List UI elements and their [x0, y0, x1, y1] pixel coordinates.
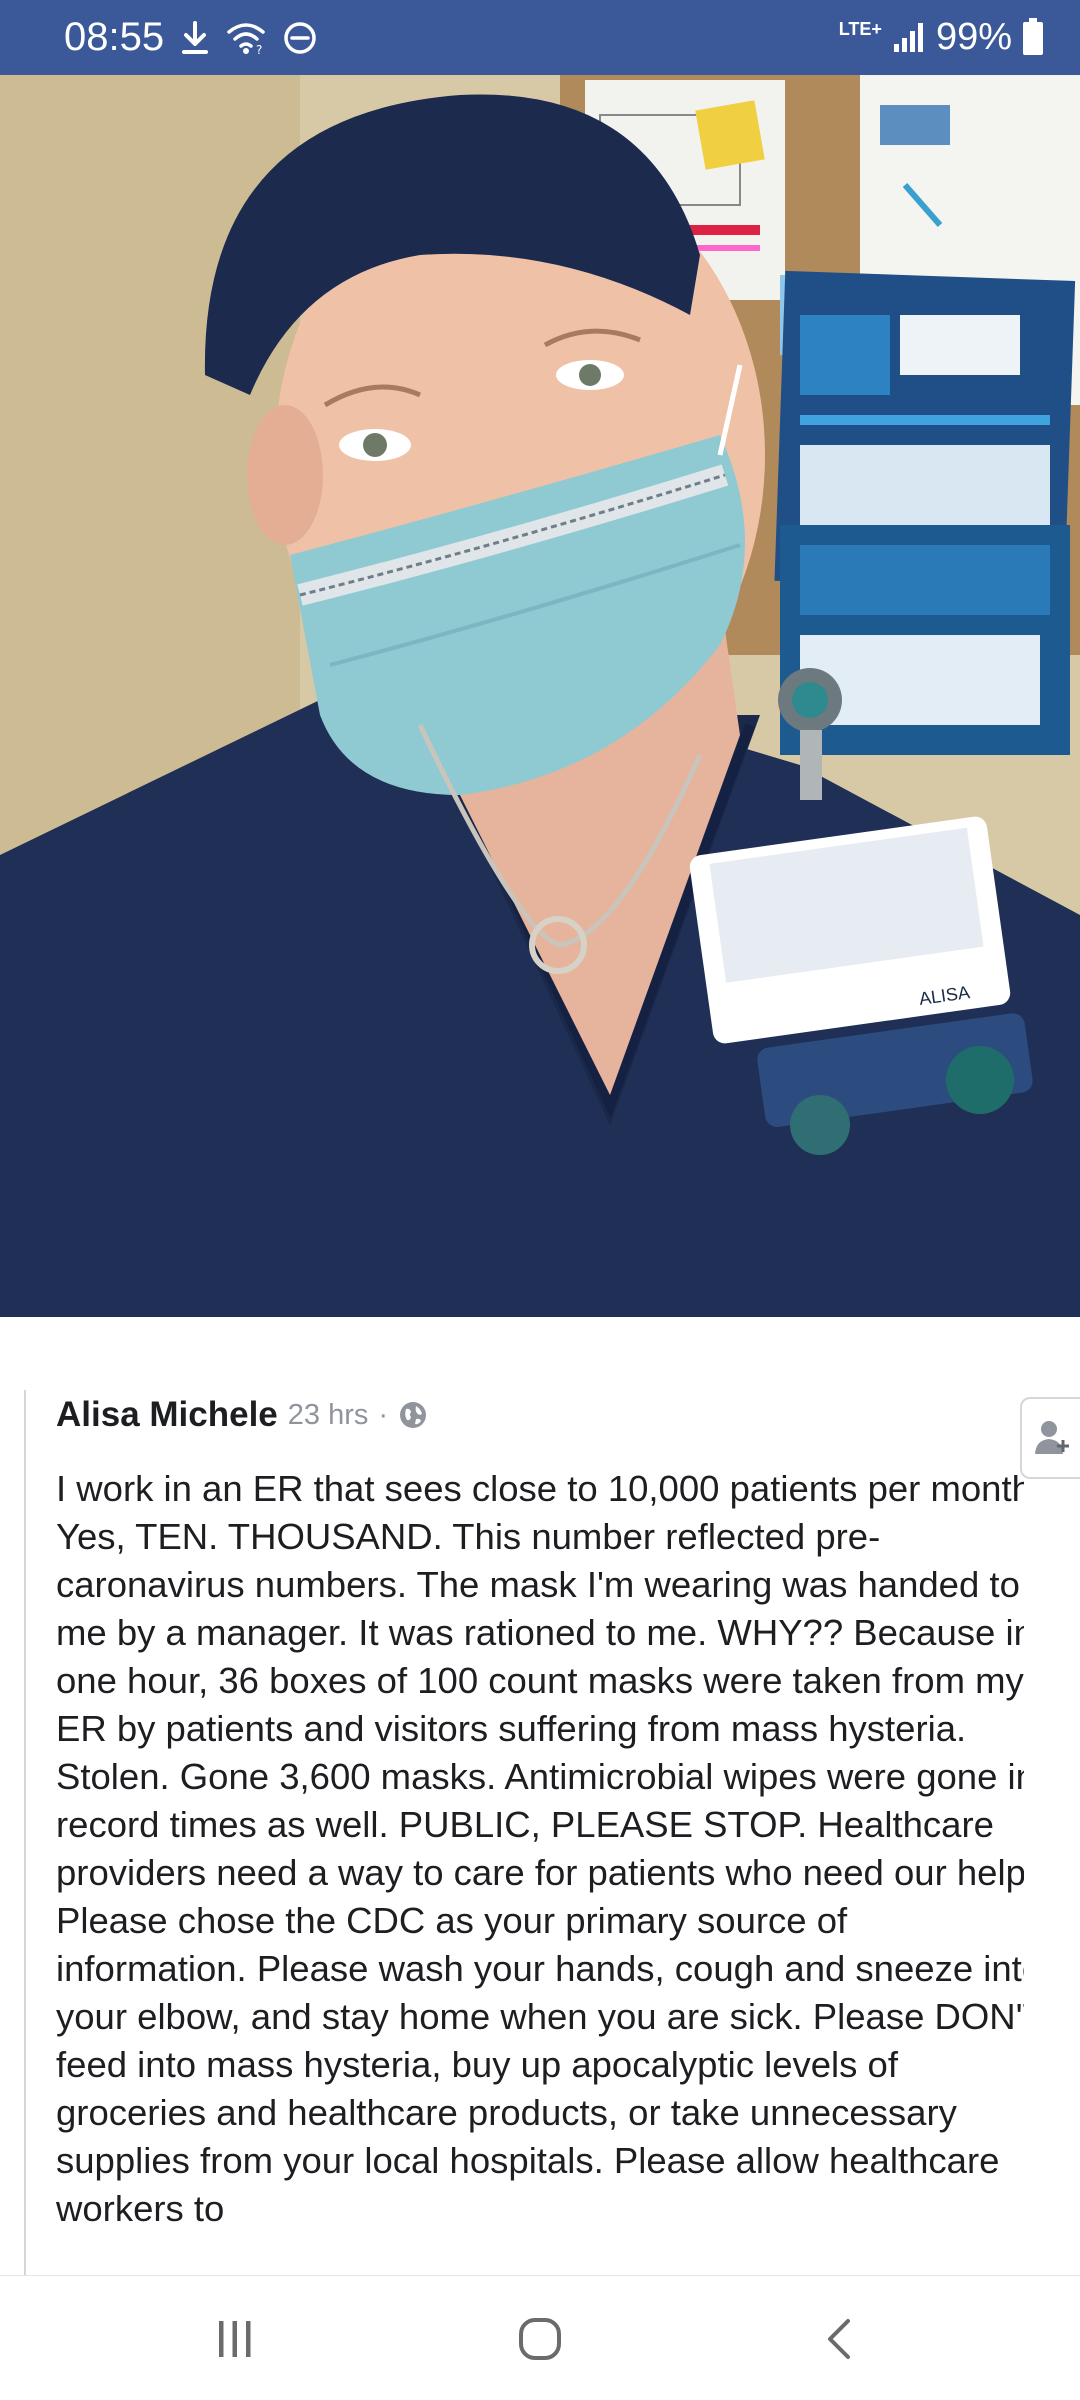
battery-icon	[1023, 18, 1043, 55]
back-button[interactable]	[805, 2304, 875, 2374]
home-icon	[519, 2318, 561, 2360]
post-timestamp[interactable]: 23 hrs	[288, 1399, 369, 1432]
add-friend-button[interactable]	[1020, 1397, 1080, 1479]
post-header: Alisa Michele 23 hrs ·	[56, 1390, 428, 1440]
selfie-image: ALISA	[0, 75, 1080, 1317]
wifi-icon: ?	[227, 23, 265, 55]
signal-icon	[893, 23, 923, 52]
add-friend-icon	[1035, 1421, 1069, 1454]
network-type: LTE+	[838, 19, 882, 39]
download-icon	[182, 21, 208, 54]
recent-apps-button[interactable]	[200, 2304, 270, 2374]
post-text: I work in an ER that sees close to 10,00…	[56, 1468, 1024, 2229]
do-not-disturb-icon	[284, 22, 316, 54]
status-bar: 08:55 ? LTE+ 99%	[0, 0, 1080, 75]
separator-dot: ·	[378, 1398, 389, 1431]
post-photo[interactable]: ALISA	[0, 75, 1080, 1317]
back-icon	[828, 2319, 850, 2359]
svg-text:?: ?	[256, 43, 262, 55]
post-card: Alisa Michele 23 hrs · I work in an ER t…	[24, 1390, 1024, 2275]
author-name[interactable]: Alisa Michele	[56, 1395, 278, 1435]
recent-apps-icon	[219, 2321, 251, 2357]
home-button[interactable]	[505, 2304, 575, 2374]
status-left-icons: ?	[180, 16, 318, 60]
navigation-bar	[0, 2275, 1080, 2400]
status-right: LTE+ 99%	[839, 14, 1044, 60]
status-time: 08:55	[64, 15, 165, 59]
globe-icon	[400, 1402, 427, 1428]
battery-percent: 99%	[935, 16, 1012, 58]
